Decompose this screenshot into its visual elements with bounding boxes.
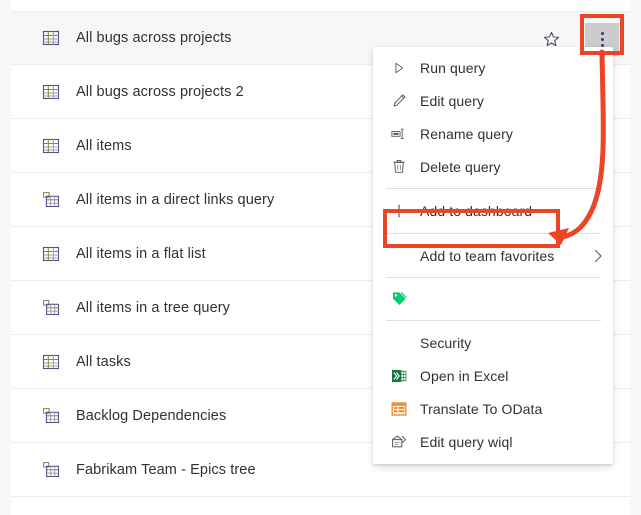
menu-item-label: Add to team favorites — [420, 247, 555, 264]
query-row-label: All tasks — [76, 353, 131, 370]
menu-item-label: Delete query — [420, 158, 501, 175]
menu-item-add-to-team-favorites[interactable]: Add to team favorites — [373, 239, 613, 272]
menu-item-delete-query[interactable]: Delete query — [373, 150, 613, 183]
menu-item-label: Rename query — [420, 125, 514, 142]
menu-item-label: Edit query — [420, 92, 485, 109]
menu-item-translate-to-odata[interactable]: Translate To OData — [373, 392, 613, 425]
menu-item-label: Translate To OData — [420, 400, 543, 417]
menu-item-add-to-dashboard[interactable]: Add to dashboard — [373, 194, 613, 228]
query-row-label: All items in a direct links query — [76, 191, 275, 208]
no-icon-placeholder — [391, 248, 407, 264]
play-triangle-icon — [391, 60, 407, 76]
trash-icon — [391, 159, 407, 175]
page-root: All bugs across projects All bugs across… — [0, 0, 641, 515]
grid-links-query-icon — [41, 190, 61, 210]
query-row-label: All items in a flat list — [76, 245, 206, 262]
right-gutter — [630, 0, 641, 515]
menu-item-run-query[interactable]: Run query — [373, 51, 613, 84]
menu-item-open-in-excel[interactable]: Open in Excel — [373, 359, 613, 392]
menu-divider — [386, 277, 601, 278]
query-row-label: All items — [76, 137, 132, 154]
chevron-right-icon — [593, 249, 603, 263]
grid-tree-query-icon — [41, 460, 61, 480]
menu-item-label: Run query — [420, 59, 486, 76]
query-row-label: Backlog Dependencies — [76, 407, 227, 424]
menu-item-tags[interactable] — [373, 283, 613, 315]
menu-item-edit-query-wiql[interactable]: Edit query wiql — [373, 425, 613, 458]
menu-item-label: Open in Excel — [420, 367, 509, 384]
menu-divider — [386, 233, 601, 234]
query-row-label: All items in a tree query — [76, 299, 231, 316]
grid-flat-query-icon — [41, 28, 61, 48]
menu-item-label: Security — [420, 334, 472, 351]
grid-flat-query-icon — [41, 82, 61, 102]
query-row-label: All bugs across projects 2 — [76, 83, 244, 100]
green-tag-icon — [391, 291, 407, 307]
odata-icon — [391, 401, 407, 417]
menu-item-rename-query[interactable]: Rename query — [373, 117, 613, 150]
grid-flat-query-icon — [41, 244, 61, 264]
menu-item-label: Edit query wiql — [420, 433, 513, 450]
query-row-label: All bugs across projects — [76, 30, 232, 46]
grid-links-query-icon — [41, 406, 61, 426]
wiql-icon — [391, 434, 407, 450]
menu-divider — [386, 188, 601, 189]
no-icon-placeholder — [391, 335, 407, 351]
grid-flat-query-icon — [41, 352, 61, 372]
menu-item-label: Add to dashboard — [420, 203, 533, 219]
rename-icon — [391, 126, 407, 142]
excel-icon — [391, 368, 407, 384]
menu-item-security[interactable]: Security — [373, 326, 613, 359]
menu-divider — [386, 320, 601, 321]
query-context-menu: Run query Edit query Rename query Delete… — [373, 47, 613, 464]
menu-item-edit-query[interactable]: Edit query — [373, 84, 613, 117]
plus-icon — [391, 203, 407, 219]
grid-flat-query-icon — [41, 136, 61, 156]
left-gutter — [0, 0, 11, 515]
grid-tree-query-icon — [41, 298, 61, 318]
query-row-label: Fabrikam Team - Epics tree — [76, 461, 256, 478]
pencil-icon — [391, 93, 407, 109]
